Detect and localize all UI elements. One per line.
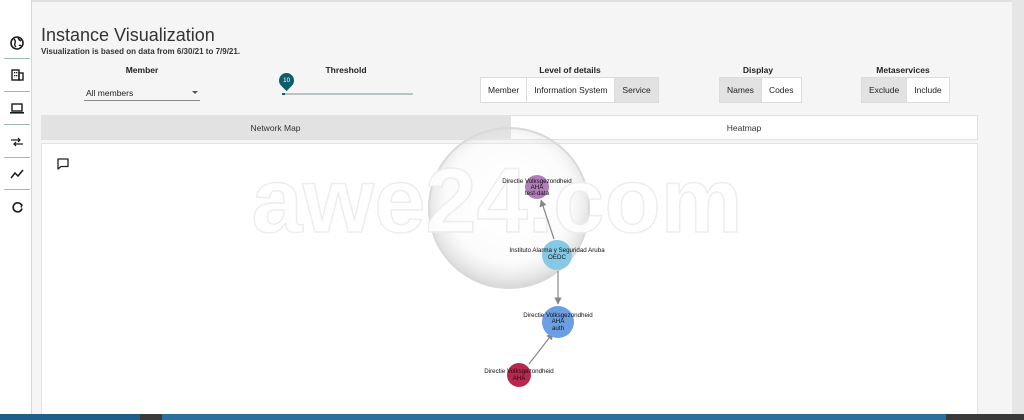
page-subtitle: Visualization is based on data from 6/30…	[41, 47, 241, 56]
sidebar-item-laptop[interactable]	[4, 95, 30, 121]
sidebar-divider	[4, 157, 30, 158]
metaservices-toggle: Exclude Include	[861, 77, 950, 103]
taskbar-segment	[0, 414, 140, 420]
laptop-icon	[10, 102, 24, 114]
vertical-scrollbar[interactable]	[1012, 0, 1024, 420]
threshold-slider-fill	[282, 93, 285, 95]
building-icon	[10, 69, 24, 81]
threshold-value: 10	[282, 77, 291, 85]
member-select[interactable]: All members	[84, 85, 200, 101]
sidebar-divider	[4, 91, 30, 92]
level-of-details-toggle: Member Information System Service	[480, 77, 659, 103]
sidebar	[0, 0, 32, 420]
threshold-slider-track[interactable]	[282, 93, 413, 95]
threshold-slider-thumb[interactable]: 10	[275, 69, 298, 92]
top-edge	[32, 0, 1012, 2]
sidebar-item-globe[interactable]	[4, 30, 30, 56]
taskbar-segment	[162, 414, 946, 420]
trend-line-icon	[10, 169, 24, 179]
tab-heatmap[interactable]: Heatmap	[510, 115, 978, 140]
threshold-label: Threshold	[325, 65, 367, 75]
refresh-icon	[11, 201, 23, 213]
sidebar-item-trend[interactable]	[4, 161, 30, 187]
metaservices-option-include[interactable]: Include	[907, 78, 948, 102]
sidebar-divider	[4, 189, 30, 190]
sidebar-divider	[4, 124, 30, 125]
globe-icon	[10, 36, 24, 50]
metaservices-label: Metaservices	[876, 65, 930, 75]
page-title: Instance Visualization	[41, 25, 215, 45]
level-of-details-label: Level of details	[539, 65, 601, 75]
bottom-taskbar	[0, 414, 1024, 420]
comment-icon	[57, 158, 69, 170]
tab-network-map[interactable]: Network Map	[41, 115, 510, 140]
sidebar-divider	[4, 58, 30, 59]
display-option-codes[interactable]: Codes	[762, 78, 801, 102]
chevron-down-icon	[192, 91, 198, 94]
network-map-canvas[interactable]	[41, 143, 978, 415]
display-option-names[interactable]: Names	[720, 78, 762, 102]
level-option-service[interactable]: Service	[615, 78, 658, 102]
sidebar-item-building[interactable]	[4, 62, 30, 88]
sidebar-item-refresh[interactable]	[4, 194, 30, 220]
level-option-member[interactable]: Member	[481, 78, 528, 102]
level-option-information-system[interactable]: Information System	[527, 78, 616, 102]
member-select-value: All members	[86, 87, 134, 98]
display-toggle: Names Codes	[719, 77, 802, 103]
member-label: Member	[125, 65, 159, 75]
comment-button[interactable]	[56, 157, 70, 171]
transfer-icon	[11, 137, 23, 147]
metaservices-option-exclude[interactable]: Exclude	[862, 78, 908, 102]
sidebar-item-transfer[interactable]	[4, 129, 30, 155]
display-label: Display	[742, 65, 774, 75]
